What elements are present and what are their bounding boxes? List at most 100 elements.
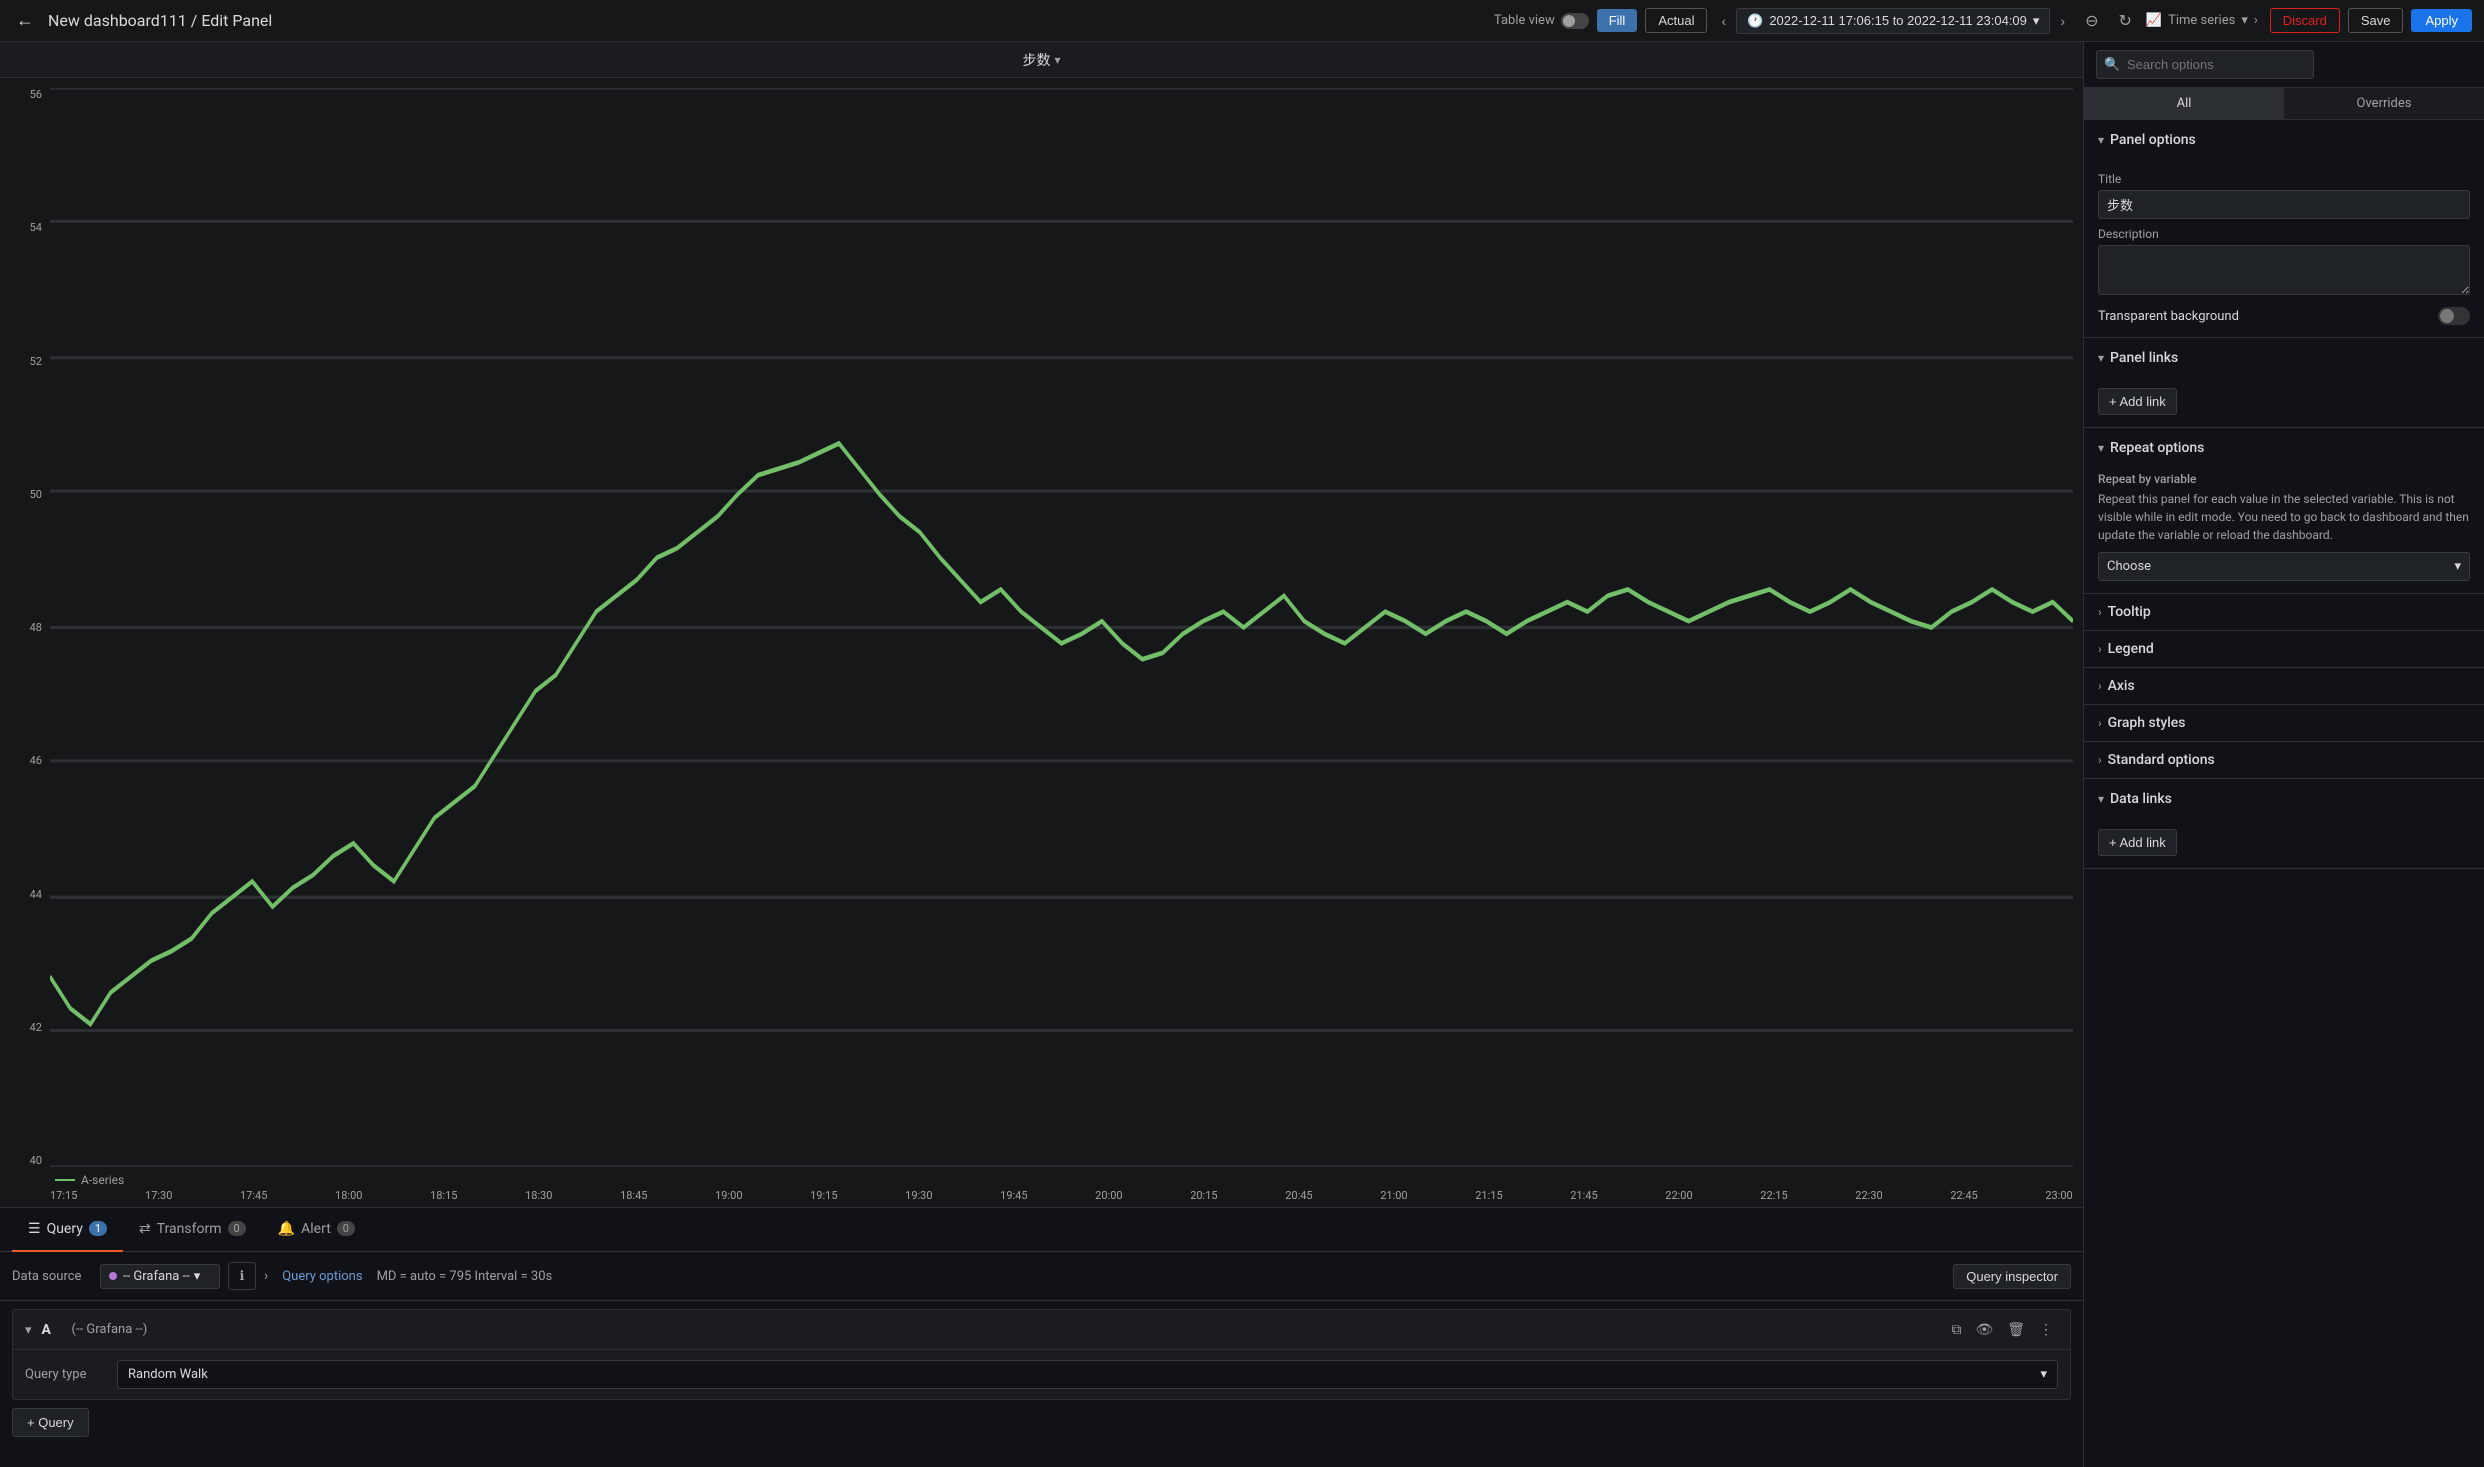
y-label-44: 44 <box>30 888 42 901</box>
transparent-bg-toggle[interactable] <box>2438 307 2470 325</box>
back-button[interactable]: ← <box>12 6 38 35</box>
standard-options-chevron: › <box>2098 753 2102 767</box>
repeat-choose-label: Choose <box>2107 559 2151 574</box>
repeat-options-body: Repeat by variable Repeat this panel for… <box>2084 464 2484 594</box>
description-textarea[interactable] <box>2098 245 2470 295</box>
time-nav-next[interactable]: › <box>2054 9 2071 33</box>
time-nav-prev[interactable]: ‹ <box>1715 9 1732 33</box>
data-links-title: Data links <box>2110 791 2172 807</box>
query-tabs: ☰ Query 1 ⇄ Transform 0 🔔 Alert 0 <box>0 1208 2083 1252</box>
data-links-chevron: ▾ <box>2098 792 2104 806</box>
axis-section[interactable]: › Axis <box>2084 668 2484 705</box>
arrow-separator: › <box>264 1268 268 1284</box>
query-type-value: Random Walk <box>128 1367 208 1382</box>
y-label-52: 52 <box>30 355 42 368</box>
tab-alert[interactable]: 🔔 Alert 0 <box>262 1208 371 1252</box>
data-links-section[interactable]: ▾ Data links <box>2084 779 2484 815</box>
axis-chevron: › <box>2098 679 2102 693</box>
data-add-link-button[interactable]: + Add link <box>2098 829 2177 856</box>
query-type-label: Query type <box>25 1367 105 1382</box>
right-content: ▾ Panel options Title Description Transp… <box>2084 120 2484 1467</box>
query-delete-button[interactable]: 🗑 <box>2002 1318 2030 1341</box>
chart-title-chevron[interactable]: ▾ <box>1054 53 1060 67</box>
tooltip-title: Tooltip <box>2108 604 2151 620</box>
tab-query[interactable]: ☰ Query 1 <box>12 1208 123 1252</box>
info-button[interactable]: ℹ <box>228 1262 256 1290</box>
x-label-2200: 22:00 <box>1665 1189 1692 1202</box>
query-copy-button[interactable]: ⧉ <box>1946 1318 1966 1341</box>
query-item-body: Query type Random Walk ▾ <box>13 1350 2070 1399</box>
search-icon: 🔍 <box>2104 57 2120 72</box>
search-options-input[interactable] <box>2096 50 2314 79</box>
chart-container: 56 54 52 50 48 46 44 42 40 <box>0 78 2083 1207</box>
x-label-2045: 20:45 <box>1285 1189 1312 1202</box>
refresh-button[interactable]: ↻ <box>2113 7 2138 35</box>
x-label-1800: 18:00 <box>335 1189 362 1202</box>
panel-links-header[interactable]: ▾ Panel links <box>2084 338 2484 374</box>
transparent-bg-row: Transparent background <box>2098 307 2470 325</box>
query-meta: MD = auto = 795 Interval = 30s <box>377 1269 1946 1284</box>
query-type-select[interactable]: Random Walk ▾ <box>117 1360 2058 1389</box>
query-more-button[interactable]: ⋮ <box>2034 1318 2058 1341</box>
query-item-header: ▾ A (-- Grafana --) ⧉ 👁 🗑 ⋮ <box>13 1310 2070 1350</box>
chart-title: 步数 <box>1022 50 1050 70</box>
panel-options-header[interactable]: ▾ Panel options <box>2084 120 2484 156</box>
save-button[interactable]: Save <box>2348 8 2404 33</box>
x-label-2245: 22:45 <box>1950 1189 1977 1202</box>
all-overrides-tabs: All Overrides <box>2084 88 2484 120</box>
query-letter: A <box>42 1322 62 1338</box>
x-label-2230: 22:30 <box>1855 1189 1882 1202</box>
x-label-2000: 20:00 <box>1095 1189 1122 1202</box>
tab-transform[interactable]: ⇄ Transform 0 <box>123 1208 262 1252</box>
graph-styles-title: Graph styles <box>2108 715 2186 731</box>
x-label-1830: 18:30 <box>525 1189 552 1202</box>
chart-svg <box>50 88 2073 1167</box>
standard-options-section[interactable]: › Standard options <box>2084 742 2484 779</box>
breadcrumb: New dashboard111 / Edit Panel <box>48 11 272 30</box>
repeat-options-header[interactable]: ▾ Repeat options <box>2084 428 2484 464</box>
add-query-button[interactable]: + Query <box>12 1408 89 1437</box>
title-field-label: Title <box>2098 172 2470 186</box>
zoom-out-button[interactable]: ⊖ <box>2079 7 2104 35</box>
alert-tab-badge: 0 <box>337 1221 355 1236</box>
x-axis: 17:15 17:30 17:45 18:00 18:15 18:30 18:4… <box>50 1189 2073 1202</box>
graph-styles-section[interactable]: › Graph styles <box>2084 705 2484 742</box>
query-area: ☰ Query 1 ⇄ Transform 0 🔔 Alert 0 Data s… <box>0 1207 2083 1467</box>
time-range-chevron: ▾ <box>2033 13 2040 29</box>
apply-button[interactable]: Apply <box>2411 9 2472 32</box>
x-label-2100: 21:00 <box>1380 1189 1407 1202</box>
tooltip-section[interactable]: › Tooltip <box>2084 594 2484 631</box>
panel-type-chevron: ▾ <box>2241 13 2248 28</box>
time-range-picker[interactable]: 🕐 2022-12-11 17:06:15 to 2022-12-11 23:0… <box>1736 8 2050 34</box>
data-source-select[interactable]: -- Grafana -- ▾ <box>100 1264 220 1289</box>
table-view-switch[interactable] <box>1561 13 1589 29</box>
x-label-1915: 19:15 <box>810 1189 837 1202</box>
query-collapse-button[interactable]: ▾ <box>25 1322 32 1338</box>
tab-all[interactable]: All <box>2084 88 2284 119</box>
main-layout: 步数 ▾ 56 54 52 50 48 46 44 42 40 <box>0 42 2484 1467</box>
table-view-toggle: Table view <box>1494 13 1589 29</box>
ds-name: -- Grafana -- <box>123 1269 190 1284</box>
chart-legend: A-series <box>55 1173 124 1187</box>
panel-type-label: Time series <box>2168 13 2235 28</box>
tab-overrides[interactable]: Overrides <box>2284 88 2484 119</box>
query-options-button[interactable]: Query options <box>276 1265 368 1288</box>
actual-button[interactable]: Actual <box>1645 8 1707 33</box>
y-axis: 56 54 52 50 48 46 44 42 40 <box>8 88 48 1167</box>
alert-tab-label: Alert <box>301 1221 331 1237</box>
right-panel-header: 🔍 <box>2084 42 2484 88</box>
fill-button[interactable]: Fill <box>1597 9 1638 32</box>
legend-label: A-series <box>81 1173 124 1187</box>
discard-button[interactable]: Discard <box>2270 8 2340 33</box>
add-link-button[interactable]: + Add link <box>2098 388 2177 415</box>
query-toggle-visibility-button[interactable]: 👁 <box>1970 1318 1998 1341</box>
legend-section[interactable]: › Legend <box>2084 631 2484 668</box>
panel-type-selector[interactable]: 📈 Time series ▾ › <box>2146 13 2258 28</box>
x-label-1715: 17:15 <box>50 1189 77 1202</box>
query-tab-label: Query <box>47 1221 83 1237</box>
x-label-1730: 17:30 <box>145 1189 172 1202</box>
title-input[interactable] <box>2098 190 2470 219</box>
x-label-2115: 21:15 <box>1475 1189 1502 1202</box>
query-inspector-button[interactable]: Query inspector <box>1953 1264 2071 1289</box>
repeat-variable-select[interactable]: Choose ▾ <box>2098 552 2470 581</box>
